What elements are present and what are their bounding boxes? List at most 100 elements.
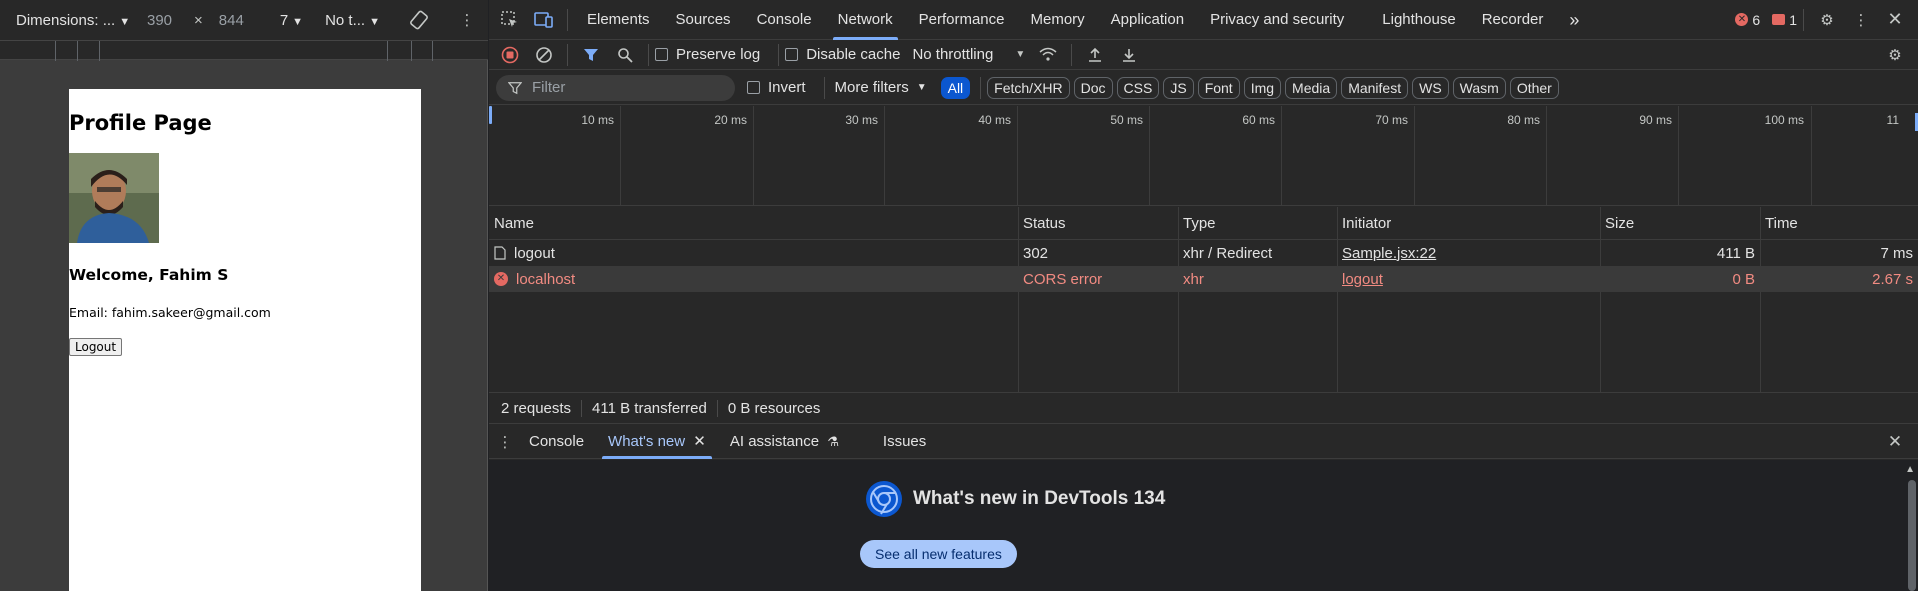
filter-icon[interactable] (574, 38, 608, 72)
separator (823, 76, 825, 99)
more-options-icon[interactable]: ⋮ (450, 3, 484, 37)
table-row[interactable]: ✕ localhost CORS error xhr logout 0 B 2.… (489, 266, 1918, 292)
tab-network[interactable]: Network (825, 0, 906, 40)
network-overview-timeline[interactable]: 10 ms 20 ms 30 ms 40 ms 50 ms 60 ms 70 m… (489, 106, 1918, 206)
filter-type-doc[interactable]: Doc (1073, 76, 1113, 99)
separator (567, 8, 568, 31)
initiator-cell: Sample.jsx:22 (1337, 240, 1600, 266)
timeline-left-handle[interactable] (489, 106, 492, 124)
media-query-ruler (0, 40, 488, 61)
filter-type-css[interactable]: CSS (1116, 76, 1160, 99)
drawer-tab-console[interactable]: Console (517, 425, 596, 459)
email-text: Email: fahim.sakeer@gmail.com (69, 305, 271, 320)
throttling-select[interactable]: No throttling ▼ (912, 46, 1025, 63)
export-har-icon[interactable] (1112, 38, 1146, 72)
device-toolbar: Dimensions: ... ▼ 390 × 844 7 ▼ No t... ▼ ⋮ (0, 0, 488, 40)
column-header-type[interactable]: Type (1178, 207, 1337, 239)
settings-gear-icon[interactable]: ⚙ (1810, 3, 1844, 37)
timeline-tick-label: 60 ms (1242, 113, 1275, 127)
search-icon[interactable] (608, 38, 642, 72)
zoom-select[interactable]: 7 ▼ (280, 12, 303, 29)
status-cell: CORS error (1023, 270, 1103, 288)
tab-recorder[interactable]: Recorder (1469, 0, 1557, 40)
close-icon[interactable]: ✕ (693, 433, 706, 450)
type-cell: xhr (1183, 270, 1204, 288)
filter-type-img[interactable]: Img (1243, 76, 1282, 99)
devtools-tabbar: Elements Sources Console Network Perform… (489, 0, 1918, 40)
tab-performance[interactable]: Performance (906, 0, 1018, 40)
stop-recording-icon[interactable] (493, 38, 527, 72)
column-header-status[interactable]: Status (1018, 207, 1178, 239)
filter-type-js[interactable]: JS (1163, 76, 1194, 99)
scroll-up-icon[interactable]: ▲ (1905, 464, 1915, 475)
see-all-features-button[interactable]: See all new features (860, 540, 1017, 568)
filter-type-font[interactable]: Font (1197, 76, 1240, 99)
table-row[interactable]: logout 302 xhr / Redirect Sample.jsx:22 … (489, 240, 1918, 266)
tab-privacy-security[interactable]: Privacy and security (1197, 0, 1357, 40)
request-name-cell: logout (489, 240, 1018, 266)
clear-icon[interactable] (527, 38, 561, 72)
drawer-tab-issues[interactable]: Issues (871, 425, 938, 459)
logout-button[interactable]: Logout (69, 338, 123, 356)
filter-input[interactable]: Filter (496, 74, 735, 101)
network-settings-gear-icon[interactable]: ⚙ (1878, 38, 1912, 72)
tab-lighthouse[interactable]: Lighthouse (1369, 0, 1468, 40)
error-counter[interactable]: ✕ 6 1 (1735, 12, 1797, 28)
document-icon (494, 246, 506, 260)
whats-new-header: What's new in DevTools 134 (865, 480, 1165, 518)
more-filters-dropdown[interactable]: More filters ▼ (835, 79, 927, 96)
whats-new-title: What's new in DevTools 134 (913, 488, 1166, 509)
timeline-tick-label: 70 ms (1375, 113, 1408, 127)
invert-checkbox[interactable]: Invert (747, 79, 806, 96)
close-icon[interactable]: ✕ (1878, 3, 1912, 37)
request-name: logout (514, 244, 555, 262)
filter-placeholder: Filter (532, 79, 566, 96)
drawer-menu-icon[interactable]: ⋮ (493, 425, 517, 459)
tab-sources[interactable]: Sources (663, 0, 744, 40)
column-header-time[interactable]: Time (1760, 207, 1918, 239)
disable-cache-checkbox[interactable]: Disable cache (785, 46, 900, 63)
drawer-tab-whats-new[interactable]: What's new ✕ (596, 425, 718, 459)
checkbox-box (655, 48, 668, 61)
filter-type-manifest[interactable]: Manifest (1341, 76, 1409, 99)
width-input[interactable]: 390 (147, 12, 172, 29)
inspect-element-icon[interactable] (493, 3, 527, 37)
drawer-tab-ai-assistance[interactable]: AI assistance ⚗ (718, 425, 851, 459)
transferred-size: 411 B transferred (582, 399, 718, 417)
initiator-link[interactable]: logout (1342, 271, 1383, 288)
filter-type-fetch-xhr[interactable]: Fetch/XHR (987, 76, 1070, 99)
throttle-select[interactable]: No t... ▼ (325, 12, 380, 29)
filter-type-media[interactable]: Media (1285, 76, 1338, 99)
rotate-icon[interactable] (402, 3, 436, 37)
preserve-log-checkbox[interactable]: Preserve log (655, 46, 760, 63)
time-cell: 7 ms (1880, 244, 1913, 262)
more-options-icon[interactable]: ⋮ (1844, 3, 1878, 37)
import-har-icon[interactable] (1078, 38, 1112, 72)
tab-application[interactable]: Application (1098, 0, 1197, 40)
network-summary-bar: 2 requests 411 B transferred 0 B resourc… (489, 392, 1918, 424)
tab-console[interactable]: Console (744, 0, 825, 40)
tab-memory[interactable]: Memory (1018, 0, 1098, 40)
more-tabs-icon[interactable]: » (1556, 0, 1592, 40)
filter-type-wasm[interactable]: Wasm (1452, 76, 1506, 99)
initiator-link[interactable]: Sample.jsx:22 (1342, 245, 1436, 262)
network-conditions-icon[interactable] (1031, 38, 1065, 72)
height-input[interactable]: 844 (219, 12, 244, 29)
filter-type-ws[interactable]: WS (1412, 76, 1449, 99)
tab-elements[interactable]: Elements (574, 0, 663, 40)
filter-type-all[interactable]: All (940, 76, 971, 99)
emulated-page: Profile Page Welcome, Fahim S Email: fah… (69, 89, 421, 591)
column-header-name[interactable]: Name (489, 207, 1018, 239)
filter-type-other[interactable]: Other (1509, 76, 1559, 99)
drawer-scrollbar[interactable] (1908, 480, 1916, 591)
invert-label: Invert (768, 79, 806, 96)
separator (980, 76, 982, 99)
device-toolbar-toggle-icon[interactable] (527, 3, 561, 37)
column-header-size[interactable]: Size (1600, 207, 1760, 239)
drawer-tab-label: AI assistance (729, 432, 820, 450)
dimensions-select[interactable]: Dimensions: ... ▼ (16, 12, 131, 29)
whats-new-panel: What's new in DevTools 134 See all new f… (489, 460, 1918, 591)
times-icon: × (194, 11, 203, 29)
close-drawer-icon[interactable]: ✕ (1878, 425, 1912, 459)
column-header-initiator[interactable]: Initiator (1337, 207, 1600, 239)
